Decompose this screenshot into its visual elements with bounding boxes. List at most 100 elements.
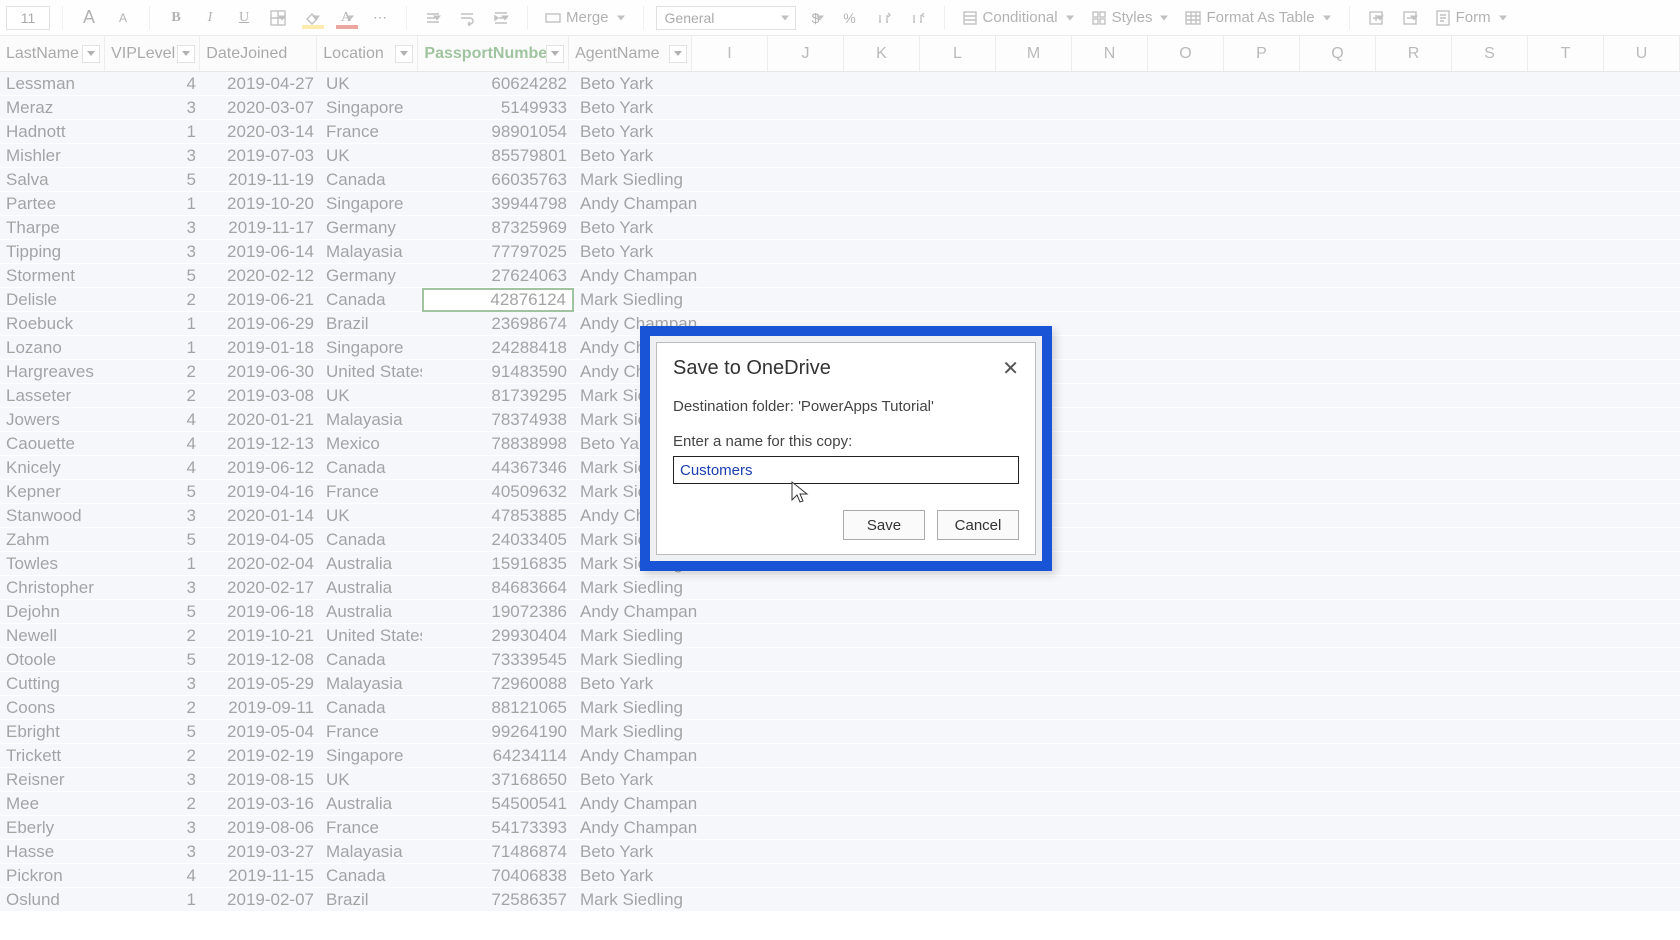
col-letter[interactable]: S [1452,36,1528,71]
table-row[interactable]: Eberly32019-08-06France54173393Andy Cham… [0,816,1680,840]
cell[interactable]: Mee [0,794,106,814]
cell[interactable]: 2019-03-08 [202,386,320,406]
col-letter[interactable]: I [692,36,768,71]
cell[interactable]: Canada [320,458,422,478]
cell[interactable]: Mark Siedling [574,170,698,190]
cell[interactable]: Partee [0,194,106,214]
cell[interactable]: 2019-06-18 [202,602,320,622]
cell[interactable]: Canada [320,866,422,886]
styles-button[interactable]: Styles [1086,4,1175,32]
table-row[interactable]: Storment52020-02-12Germany27624063Andy C… [0,264,1680,288]
col-passportnumber[interactable]: PassportNumber [418,36,569,71]
cell[interactable]: 47853885 [422,505,574,527]
cell[interactable]: Towles [0,554,106,574]
cell[interactable]: 3 [106,770,202,790]
cell[interactable]: 2019-09-11 [202,698,320,718]
close-button[interactable]: ✕ [1002,359,1019,379]
cell[interactable]: 2019-06-12 [202,458,320,478]
cell[interactable]: 2019-08-15 [202,770,320,790]
cell[interactable]: Andy Champan [574,818,698,838]
filter-icon[interactable] [177,45,195,63]
cell[interactable]: 3 [106,842,202,862]
cell[interactable]: Hadnott [0,122,106,142]
table-row[interactable]: Hadnott12020-03-14France98901054Beto Yar… [0,120,1680,144]
cell[interactable]: 1 [106,314,202,334]
cell[interactable]: Mark Siedling [574,890,698,910]
cell[interactable]: Delisle [0,290,106,310]
cell[interactable]: 5 [106,650,202,670]
col-location[interactable]: Location [317,36,418,71]
cell[interactable]: 54500541 [422,793,574,815]
cell[interactable]: 70406838 [422,865,574,887]
cell[interactable]: 27624063 [422,265,574,287]
cell[interactable]: 5 [106,602,202,622]
percent-button[interactable]: % [836,4,864,32]
cell[interactable]: Beto Yark [574,74,698,94]
cell[interactable]: 5 [106,530,202,550]
col-agentname[interactable]: AgentName [569,36,692,71]
cell[interactable]: 2019-04-05 [202,530,320,550]
cell[interactable]: Beto Yark [574,842,698,862]
cancel-button[interactable]: Cancel [937,510,1019,540]
cell[interactable]: Malayasia [320,242,422,262]
cell[interactable]: Beto Yark [574,218,698,238]
cell[interactable]: 98901054 [422,121,574,143]
cell[interactable]: 5 [106,266,202,286]
cell[interactable]: Germany [320,266,422,286]
table-row[interactable]: Partee12019-10-20Singapore39944798Andy C… [0,192,1680,216]
cell[interactable]: Salva [0,170,106,190]
cell[interactable]: 3 [106,146,202,166]
cell[interactable]: 2020-03-14 [202,122,320,142]
table-row[interactable]: Reisner32019-08-15UK37168650Beto Yark [0,768,1680,792]
cell[interactable]: 24288418 [422,337,574,359]
cell[interactable]: 78374938 [422,409,574,431]
cell[interactable]: 60624282 [422,73,574,95]
cell[interactable]: Andy Champan [574,746,698,766]
cell[interactable]: Beto Yark [574,122,698,142]
cell[interactable]: 71486874 [422,841,574,863]
italic-button[interactable]: I [196,4,224,32]
cell[interactable]: 15916835 [422,553,574,575]
col-lastname[interactable]: LastName [0,36,105,71]
filter-icon[interactable] [669,45,687,63]
col-letter[interactable]: U [1604,36,1680,71]
cell[interactable]: Coons [0,698,106,718]
insert-cells-button[interactable] [1362,4,1390,32]
cell[interactable]: Meraz [0,98,106,118]
cell[interactable]: Canada [320,170,422,190]
table-row[interactable]: Newell22019-10-21United States29930404Ma… [0,624,1680,648]
cell[interactable]: Beto Yark [574,242,698,262]
cell[interactable]: Canada [320,650,422,670]
cell[interactable]: 2019-11-19 [202,170,320,190]
cell[interactable]: 66035763 [422,169,574,191]
col-letter[interactable]: J [768,36,844,71]
borders-button[interactable] [264,4,292,32]
cell[interactable]: 2019-03-27 [202,842,320,862]
cell[interactable]: Hargreaves [0,362,106,382]
table-row[interactable]: Otoole52019-12-08Canada73339545Mark Sied… [0,648,1680,672]
cell[interactable]: Beto Yark [574,674,698,694]
table-row[interactable]: Trickett22019-02-19Singapore64234114Andy… [0,744,1680,768]
cell[interactable]: 2020-02-17 [202,578,320,598]
cell[interactable]: 72586357 [422,889,574,911]
cell[interactable]: Jowers [0,410,106,430]
cell[interactable]: Lozano [0,338,106,358]
table-row[interactable]: Christopher32020-02-17Australia84683664M… [0,576,1680,600]
cell[interactable]: 2019-11-17 [202,218,320,238]
cell[interactable]: Australia [320,554,422,574]
filter-icon[interactable] [546,45,564,63]
cell[interactable]: Oslund [0,890,106,910]
cell[interactable]: 2020-02-04 [202,554,320,574]
table-row[interactable]: Cutting32019-05-29Malayasia72960088Beto … [0,672,1680,696]
indent-button[interactable] [487,4,515,32]
cell[interactable]: 2019-07-03 [202,146,320,166]
increase-decimal-button[interactable] [870,4,898,32]
cell[interactable]: France [320,818,422,838]
cell[interactable]: 2019-05-29 [202,674,320,694]
col-viplevel[interactable]: VIPLevel [105,36,200,71]
cell[interactable]: 3 [106,818,202,838]
cell[interactable]: Beto Yark [574,770,698,790]
cell[interactable]: 2019-05-04 [202,722,320,742]
cell[interactable]: Hasse [0,842,106,862]
cell[interactable]: 2019-12-13 [202,434,320,454]
